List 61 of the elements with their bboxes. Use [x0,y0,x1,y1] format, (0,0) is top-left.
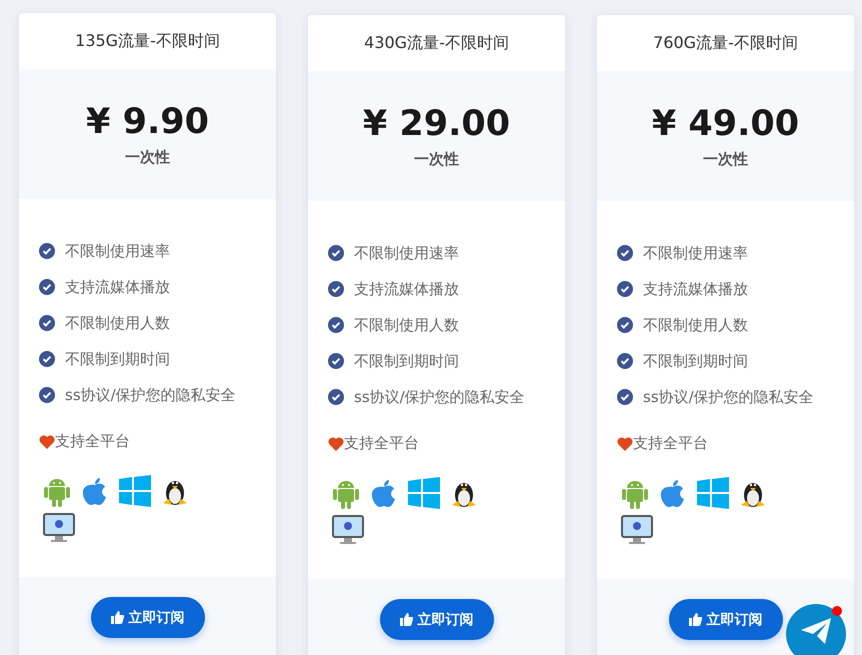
feature-text: 支持流媒体播放 [354,280,459,298]
check-circle-icon [617,389,633,405]
windows-icon [697,477,729,509]
price: ¥ 49.00 [652,104,800,144]
plan-title: 760G流量-不限时间 [653,32,798,54]
check-circle-icon [39,243,55,259]
check-circle-icon [617,281,633,297]
check-circle-icon [328,245,344,261]
feature-text: 不限制使用人数 [643,316,748,334]
feature-text: 不限制使用速率 [643,244,748,262]
heart-icon [39,434,55,448]
price: ¥ 9.90 [86,102,209,142]
billing-period: 一次性 [414,150,459,168]
windows-icon [119,475,151,507]
feature-text: ss协议/保护您的隐私安全 [643,388,814,406]
computer-monitor-icon [43,513,75,543]
apple-icon [370,477,398,509]
heart-icon [617,436,633,450]
plan-title: 135G流量-不限时间 [75,30,220,52]
billing-period: 一次性 [703,150,748,168]
subscribe-button[interactable]: 立即订阅 [380,599,494,640]
feature-text: 不限制使用人数 [354,316,459,334]
apple-icon [81,475,109,507]
paper-plane-icon [799,616,833,646]
check-circle-icon [328,281,344,297]
feature-text: 不限制到期时间 [643,352,748,370]
check-circle-icon [39,279,55,295]
feature-text: ss协议/保护您的隐私安全 [65,386,236,404]
feature-text: 支持流媒体播放 [643,280,748,298]
check-circle-icon [328,353,344,369]
check-circle-icon [617,353,633,369]
billing-period: 一次性 [125,148,170,166]
check-circle-icon [39,315,55,331]
platform-label: 支持全平台 [344,434,419,452]
thumbs-up-icon [110,611,124,624]
platform-label: 支持全平台 [55,432,130,450]
plan-title: 430G流量-不限时间 [364,32,509,54]
computer-monitor-icon [621,515,653,545]
subscribe-button[interactable]: 立即订阅 [90,597,204,638]
check-circle-icon [39,387,55,403]
feature-text: 支持流媒体播放 [65,278,170,296]
check-circle-icon [328,317,344,333]
thumbs-up-icon [400,613,412,626]
feature-text: 不限制使用速率 [65,242,170,260]
check-circle-icon [617,317,633,333]
feature-text: 不限制使用人数 [65,314,170,332]
platform-label: 支持全平台 [633,434,708,452]
apple-icon [659,477,687,509]
thumbs-up-icon [688,613,702,626]
check-circle-icon [328,389,344,405]
computer-monitor-icon [332,515,364,545]
feature-text: ss协议/保护您的隐私安全 [354,388,525,406]
check-circle-icon [617,245,633,261]
price: ¥ 29.00 [362,104,510,144]
feature-text: 不限制使用速率 [354,244,459,262]
windows-icon [408,477,440,509]
heart-icon [328,436,344,450]
subscribe-button[interactable]: 立即订阅 [668,599,782,640]
check-circle-icon [39,351,55,367]
feature-text: 不限制到期时间 [354,352,459,370]
feature-text: 不限制到期时间 [65,350,170,368]
